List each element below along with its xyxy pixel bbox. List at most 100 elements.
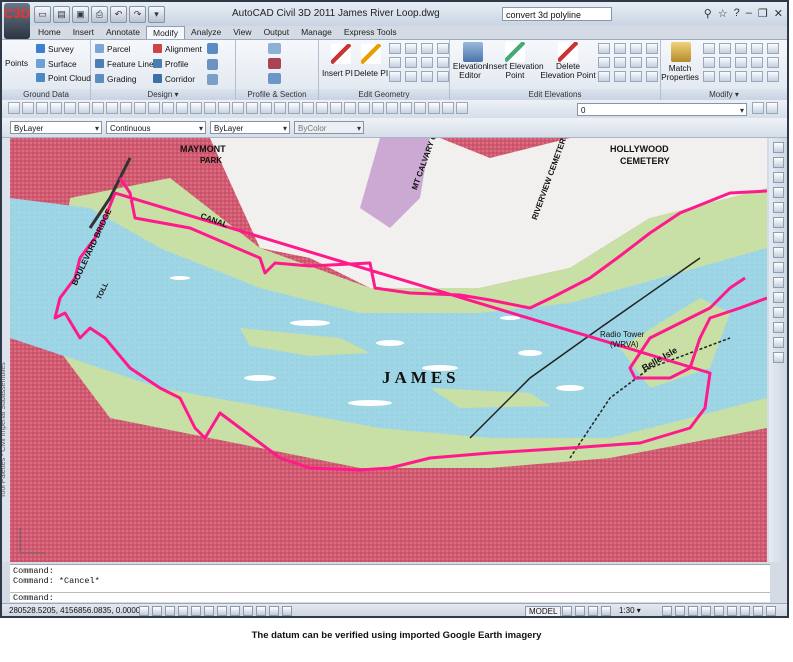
tray-icon-1[interactable] [662, 606, 672, 616]
geometry-tool-6-icon[interactable] [405, 57, 417, 68]
point-cloud-button[interactable]: Point Cloud [36, 73, 91, 83]
section-view-icon[interactable] [268, 58, 281, 69]
design-tool-icon-3[interactable] [207, 74, 218, 85]
tab-home[interactable]: Home [32, 26, 67, 39]
modify-tool-13-icon[interactable] [735, 71, 747, 82]
rt-icon-5[interactable] [772, 202, 784, 213]
modify-tool-3-icon[interactable] [735, 43, 747, 54]
parcel-button[interactable]: Parcel [95, 44, 131, 54]
tb-icon-13[interactable] [176, 102, 188, 114]
tb-icon-23[interactable] [316, 102, 328, 114]
insert-elevation-point-button[interactable]: Insert Elevation Point [486, 62, 544, 80]
modify-tool-4-icon[interactable] [751, 43, 763, 54]
geometry-tool-1-icon[interactable] [389, 43, 401, 54]
grid-toggle-icon[interactable] [152, 606, 162, 616]
tray-icon-9[interactable] [766, 606, 776, 616]
tb-icon-12[interactable] [162, 102, 174, 114]
tb-icon-29[interactable] [400, 102, 412, 114]
ann-toggle-icon[interactable] [282, 606, 292, 616]
tray-icon-2[interactable] [675, 606, 685, 616]
tb-icon-21[interactable] [288, 102, 300, 114]
modify-tool-15-icon[interactable] [767, 71, 779, 82]
tray-icon-6[interactable] [727, 606, 737, 616]
search-input[interactable]: convert 3d polyline [502, 7, 612, 21]
tb-icon-31[interactable] [428, 102, 440, 114]
modify-tool-6-icon[interactable] [703, 57, 715, 68]
modify-tool-5-icon[interactable] [767, 43, 779, 54]
rt-icon-15[interactable] [772, 352, 784, 363]
grading-button[interactable]: Grading [95, 74, 137, 84]
command-line-input[interactable]: Command: [10, 592, 770, 603]
annotation-scale[interactable]: 1:30 ▾ [619, 606, 641, 615]
modify-tool-1-icon[interactable] [703, 43, 715, 54]
tray-icon-4[interactable] [701, 606, 711, 616]
geometry-tool-9-icon[interactable] [389, 71, 401, 82]
qp-toggle-icon[interactable] [256, 606, 266, 616]
elevation-tool-8-icon[interactable] [646, 57, 658, 68]
elevation-editor-button[interactable]: Elevation Editor [452, 62, 488, 80]
edit-elevation-tools[interactable] [598, 43, 659, 82]
ortho-toggle-icon[interactable] [165, 606, 175, 616]
geometry-tool-10-icon[interactable] [405, 71, 417, 82]
geometry-tool-8-icon[interactable] [437, 57, 449, 68]
rt-icon-3[interactable] [772, 172, 784, 183]
design-tool-icon[interactable] [207, 43, 218, 54]
tab-analyze[interactable]: Analyze [185, 26, 227, 39]
delete-pi-button[interactable]: Delete PI [354, 68, 388, 78]
tab-insert[interactable]: Insert [67, 26, 100, 39]
rt-icon-2[interactable] [772, 157, 784, 168]
rt-icon-14[interactable] [772, 337, 784, 348]
tb-icon-32[interactable] [442, 102, 454, 114]
color-dropdown[interactable]: ByLayer [10, 121, 102, 135]
surface-button[interactable]: Surface [36, 59, 77, 69]
rt-icon-9[interactable] [772, 262, 784, 273]
design-tool-icon-2[interactable] [207, 59, 218, 70]
modify-tool-7-icon[interactable] [719, 57, 731, 68]
close-button[interactable]: ✕ [774, 7, 783, 20]
tb-icon-28[interactable] [386, 102, 398, 114]
modify-tool-10-icon[interactable] [767, 57, 779, 68]
linetype-dropdown[interactable]: Continuous [106, 121, 206, 135]
rt-icon-13[interactable] [772, 322, 784, 333]
tb-icon-22[interactable] [302, 102, 314, 114]
rt-icon-7[interactable] [772, 232, 784, 243]
polar-toggle-icon[interactable] [178, 606, 188, 616]
geometry-tool-12-icon[interactable] [437, 71, 449, 82]
tb-icon-20[interactable] [274, 102, 286, 114]
elevation-tool-5-icon[interactable] [598, 57, 610, 68]
tray-icon-8[interactable] [753, 606, 763, 616]
lwt-toggle-icon[interactable] [243, 606, 253, 616]
minimize-button[interactable]: – [746, 7, 752, 20]
rt-icon-12[interactable] [772, 307, 784, 318]
rt-icon-8[interactable] [772, 247, 784, 258]
otrack-toggle-icon[interactable] [204, 606, 214, 616]
restore-button[interactable]: ❐ [758, 7, 768, 20]
model-tab[interactable]: MODEL [525, 606, 562, 616]
tb-icon-14[interactable] [190, 102, 202, 114]
tb-icon-26[interactable] [358, 102, 370, 114]
tb-icon-11[interactable] [148, 102, 160, 114]
lineweight-dropdown[interactable]: ByLayer [210, 121, 290, 135]
modify-tool-14-icon[interactable] [751, 71, 763, 82]
save-icon[interactable]: ▣ [72, 6, 89, 23]
elevation-tool-7-icon[interactable] [630, 57, 642, 68]
tool-palette-strip[interactable]: Tool Palettes - Civil Imperial Subassemb… [2, 138, 10, 562]
star-icon[interactable]: ☆ [718, 7, 728, 20]
tray-icon-5[interactable] [714, 606, 724, 616]
tb-icon-27[interactable] [372, 102, 384, 114]
application-menu-button[interactable]: C3D [4, 3, 30, 39]
tb-icon-16[interactable] [218, 102, 230, 114]
elevation-tool-4-icon[interactable] [646, 43, 658, 54]
layout-4-icon[interactable] [601, 606, 611, 616]
modify-tool-8-icon[interactable] [735, 57, 747, 68]
rt-icon-4[interactable] [772, 187, 784, 198]
binoculars-icon[interactable]: ⚲ [704, 7, 712, 20]
layout-2-icon[interactable] [575, 606, 585, 616]
geometry-tool-2-icon[interactable] [405, 43, 417, 54]
tb-icon-17[interactable] [232, 102, 244, 114]
tb-icon-25[interactable] [344, 102, 356, 114]
undo-icon[interactable]: ↶ [110, 6, 127, 23]
redo-icon[interactable]: ↷ [129, 6, 146, 23]
new-icon[interactable]: ▭ [34, 6, 51, 23]
elevation-tool-10-icon[interactable] [614, 71, 626, 82]
